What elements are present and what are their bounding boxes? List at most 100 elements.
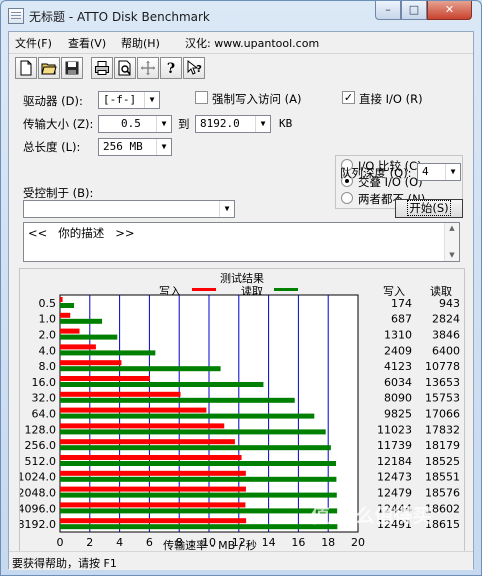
menu-localization[interactable]: 汉化: www.upantool.com: [185, 35, 319, 51]
force-write-label: 强制写入访问 (A): [212, 92, 302, 106]
x-tick-label: 14: [262, 536, 276, 549]
y-tick-label: 128.0: [25, 423, 57, 436]
status-text: 要获得帮助，请按 F1: [12, 557, 117, 570]
maximize-button[interactable]: □: [401, 1, 427, 20]
force-write-checkbox[interactable]: [195, 91, 208, 104]
write-value-label: 4123: [384, 360, 412, 373]
transfer-unit: KB: [279, 117, 293, 130]
read-value-label: 13653: [425, 376, 460, 389]
write-bar: [60, 391, 181, 397]
check-mark-icon: ✓: [343, 91, 354, 104]
chevron-down-icon: ▼: [255, 116, 270, 132]
write-value-label: 687: [391, 313, 412, 326]
write-bar: [60, 344, 96, 350]
scroll-up-icon: ▲: [449, 224, 455, 232]
write-bar: [60, 328, 80, 334]
read-value-label: 15753: [425, 392, 460, 405]
controlled-by-select[interactable]: ▼: [23, 200, 235, 218]
queue-depth-value: 4: [422, 165, 429, 178]
read-value-label: 943: [439, 297, 460, 310]
write-bar: [60, 486, 246, 492]
context-help-button[interactable]: ?: [183, 57, 205, 79]
write-value-label: 6034: [384, 376, 412, 389]
read-bar: [60, 382, 264, 387]
minimize-button[interactable]: –: [375, 1, 401, 20]
y-tick-label: 2.0: [39, 329, 57, 342]
direct-io-checkbox[interactable]: ✓: [342, 91, 355, 104]
description-scrollbar[interactable]: ▲ ▼: [444, 223, 459, 261]
toolbar: ? ?: [9, 53, 473, 80]
chevron-down-icon: ▼: [445, 164, 460, 180]
move-icon: [141, 61, 155, 75]
queue-depth-select[interactable]: 4 ▼: [417, 163, 461, 181]
drive-value: [-f-]: [103, 93, 137, 106]
transfer-to-value: 8192.0: [200, 117, 240, 130]
print-button[interactable]: [91, 57, 113, 79]
start-button-label: 开始(S): [407, 200, 451, 216]
x-axis-label: 传输速率 - MB / 秒: [163, 538, 257, 552]
read-bar: [60, 492, 337, 498]
legend-read-swatch: [274, 288, 298, 291]
y-tick-label: 1.0: [39, 313, 57, 326]
read-bar: [60, 318, 103, 324]
move-button[interactable]: [137, 57, 159, 79]
transfer-to-select[interactable]: 8192.0 ▼: [195, 115, 271, 133]
write-bar: [60, 312, 71, 318]
neither-radio[interactable]: [341, 192, 353, 204]
x-tick-label: 18: [321, 536, 335, 549]
read-bar: [60, 524, 338, 530]
drive-select[interactable]: [-f-] ▼: [98, 91, 160, 109]
write-value-label: 12473: [377, 471, 412, 484]
read-bar: [60, 508, 338, 514]
menu-help[interactable]: 帮助(H): [121, 35, 160, 51]
new-button[interactable]: [15, 57, 37, 79]
y-tick-label: 32.0: [32, 392, 57, 405]
read-bar: [60, 445, 331, 451]
read-value-label: 2824: [432, 313, 460, 326]
write-value-label: 12479: [377, 487, 412, 500]
y-tick-label: 256.0: [25, 439, 57, 452]
read-value-label: 18525: [425, 455, 460, 468]
read-bar: [60, 350, 156, 356]
window-title: 无标题 - ATTO Disk Benchmark: [29, 10, 210, 24]
description-input[interactable]: << 你的描述 >> ▲ ▼: [23, 222, 460, 262]
read-column-header: 读取: [430, 284, 452, 298]
chart-title: 测试结果: [220, 272, 264, 285]
close-button[interactable]: ✕: [427, 1, 472, 20]
write-bar: [60, 407, 207, 413]
x-tick-label: 2: [86, 536, 93, 549]
queue-depth-label: 队列深度 (Q):: [340, 166, 412, 180]
print-preview-button[interactable]: [114, 57, 136, 79]
open-button[interactable]: [38, 57, 60, 79]
svg-text:?: ?: [196, 64, 202, 75]
status-bar: 要获得帮助，请按 F1: [9, 551, 473, 570]
write-value-label: 2409: [384, 344, 412, 357]
read-value-label: 10778: [425, 360, 460, 373]
total-length-select[interactable]: 256 MB ▼: [98, 138, 172, 156]
x-tick-label: 16: [291, 536, 305, 549]
menu-view[interactable]: 查看(V): [68, 35, 106, 51]
read-value-label: 18551: [425, 471, 460, 484]
chevron-down-icon: ▼: [156, 139, 171, 155]
write-value-label: 8090: [384, 392, 412, 405]
start-button[interactable]: 开始(S): [395, 199, 463, 218]
x-tick-label: 0: [57, 536, 64, 549]
x-tick-label: 4: [116, 536, 123, 549]
help-icon: ?: [167, 61, 175, 76]
title-bar[interactable]: 无标题 - ATTO Disk Benchmark – □ ✕: [1, 1, 481, 31]
write-value-label: 9825: [384, 408, 412, 421]
y-tick-label: 1024.0: [20, 471, 56, 484]
scroll-down-icon: ▼: [449, 251, 455, 259]
read-value-label: 18179: [425, 439, 460, 452]
write-value-label: 1310: [384, 329, 412, 342]
save-icon: [65, 61, 79, 75]
description-text: << 你的描述 >>: [28, 226, 135, 240]
app-icon: [8, 8, 24, 24]
save-button[interactable]: [61, 57, 83, 79]
about-button[interactable]: ?: [160, 57, 182, 79]
write-bar: [60, 470, 246, 476]
read-value-label: 17832: [425, 423, 460, 436]
menu-file[interactable]: 文件(F): [15, 35, 52, 51]
total-length-label: 总长度 (L):: [23, 140, 81, 154]
transfer-from-select[interactable]: 0.5 ▼: [98, 115, 172, 133]
